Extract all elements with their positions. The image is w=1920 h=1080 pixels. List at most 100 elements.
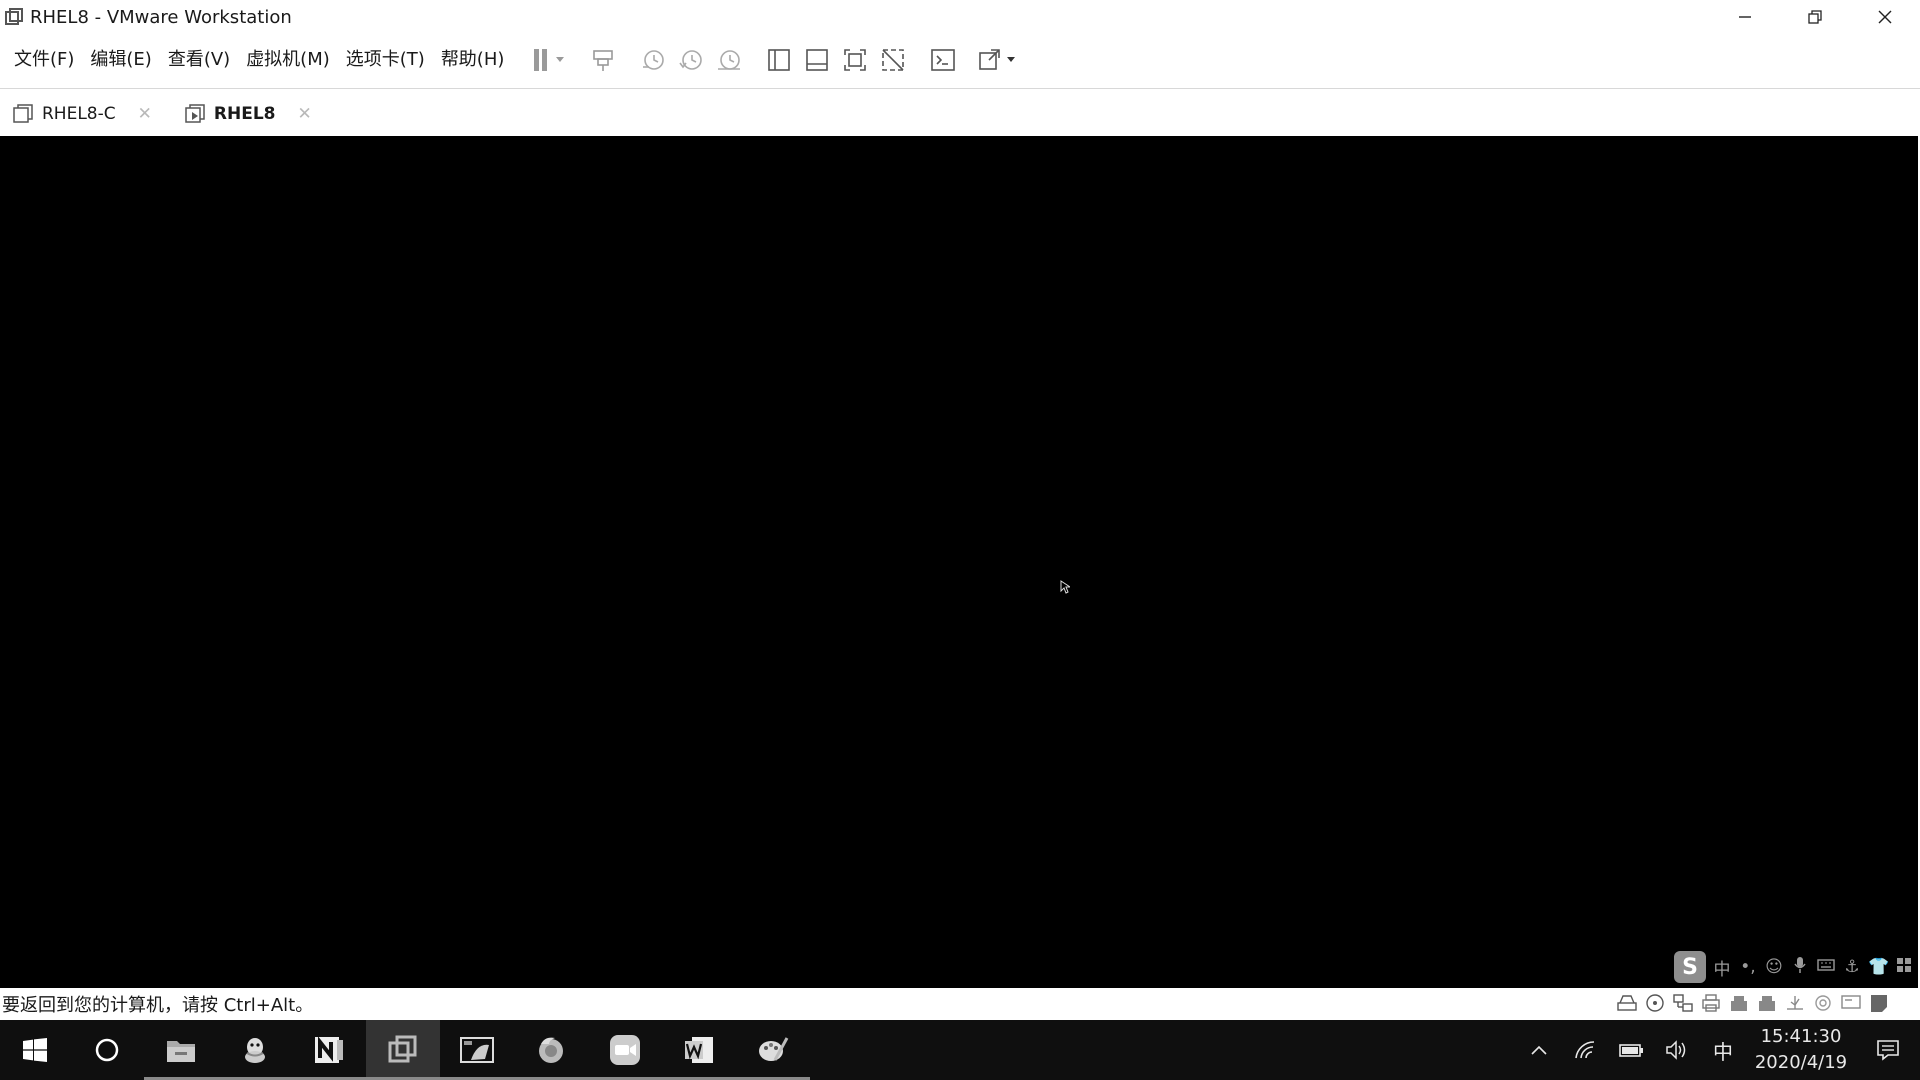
vm-display[interactable]	[0, 136, 1918, 988]
firefox-icon	[539, 1037, 563, 1063]
menu-bar: 文件(F) 编辑(E) 查看(V) 虚拟机(M) 选项卡(T) 帮助(H)	[0, 40, 1920, 80]
status-message: 要返回到您的计算机，请按 Ctrl+Alt。	[2, 995, 314, 1016]
menu-file[interactable]: 文件(F)	[6, 40, 82, 80]
vmware-icon	[388, 1035, 417, 1063]
start-button[interactable]	[0, 1020, 70, 1080]
menu-view[interactable]: 查看(V)	[160, 40, 238, 80]
screenshot-icon	[460, 1037, 494, 1063]
close-icon	[1878, 10, 1892, 24]
pause-button[interactable]	[526, 43, 570, 77]
chevron-up-icon	[1531, 1045, 1547, 1055]
taskbar-qq[interactable]	[218, 1020, 292, 1080]
clock[interactable]: 15:41:30 2020/4/19	[1746, 1020, 1856, 1080]
notification-icon	[1877, 1040, 1899, 1061]
show-hidden-icons-button[interactable]	[1516, 1020, 1562, 1080]
clock-time: 15:41:30	[1760, 1026, 1842, 1047]
onenote-icon	[315, 1036, 343, 1063]
taskbar-word[interactable]	[662, 1020, 736, 1080]
taskbar-onenote[interactable]	[292, 1020, 366, 1080]
zoom-icon	[610, 1035, 640, 1065]
menu-vm[interactable]: 虚拟机(M)	[238, 40, 338, 80]
cortana-icon	[95, 1038, 119, 1062]
display-icon[interactable]	[1840, 992, 1862, 1014]
thumbnail-view-icon	[806, 49, 829, 71]
send-ctrl-alt-del-icon	[593, 50, 614, 71]
taskbar-screenshot[interactable]	[440, 1020, 514, 1080]
wifi-icon	[1575, 1041, 1595, 1059]
send-ctrl-alt-del-button[interactable]	[586, 43, 620, 77]
close-button[interactable]	[1850, 0, 1920, 34]
taskbar-vmware[interactable]	[366, 1020, 440, 1080]
skin-icon[interactable]: 👕	[1868, 957, 1889, 977]
unity-button[interactable]	[876, 43, 910, 77]
pause-icon	[534, 49, 565, 71]
cd-rom-icon[interactable]	[1644, 992, 1666, 1014]
console-button[interactable]	[926, 43, 960, 77]
tab-close-icon[interactable]: ✕	[138, 104, 152, 124]
vmware-app-icon[interactable]	[2, 5, 26, 29]
usb-connect-icon[interactable]	[1784, 992, 1806, 1014]
speaker-icon	[1666, 1040, 1686, 1060]
sogou-ime-logo[interactable]: S	[1674, 951, 1706, 983]
battery-icon	[1619, 1044, 1643, 1057]
emoji-icon[interactable]: ☺	[1764, 957, 1784, 977]
taskbar-file-explorer[interactable]	[144, 1020, 218, 1080]
message-log-icon[interactable]	[1868, 992, 1890, 1014]
system-tray: 中 15:41:30 2020/4/19	[1516, 1020, 1920, 1080]
windows-taskbar: 中 15:41:30 2020/4/19	[0, 1020, 1920, 1080]
menu-edit[interactable]: 编辑(E)	[82, 40, 159, 80]
tab-label: RHEL8	[213, 104, 276, 124]
ime-punctuation[interactable]: •,	[1738, 957, 1758, 977]
minimize-button[interactable]	[1710, 0, 1780, 34]
battery-button[interactable]	[1608, 1020, 1654, 1080]
vm-tab-icon	[12, 103, 34, 125]
clock-date: 2020/4/19	[1754, 1052, 1848, 1073]
vm-running-tab-icon	[184, 103, 206, 125]
tab-rhel8[interactable]: RHEL8 ✕	[171, 92, 324, 136]
network-adapter-icon[interactable]	[1672, 992, 1694, 1014]
action-center-button[interactable]	[1856, 1020, 1920, 1080]
ime-menu-icon[interactable]	[1894, 957, 1914, 978]
input-method-indicator[interactable]: 中	[1700, 1020, 1746, 1080]
printer-icon[interactable]	[1700, 992, 1722, 1014]
library-view-button[interactable]	[762, 43, 796, 77]
paint-icon	[759, 1037, 789, 1061]
ime-tool-icon[interactable]: ⚓	[1842, 957, 1862, 977]
tab-close-icon[interactable]: ✕	[297, 104, 311, 124]
taskbar-paint[interactable]	[736, 1020, 810, 1080]
volume-button[interactable]	[1654, 1020, 1700, 1080]
snapshot-button[interactable]	[636, 43, 670, 77]
stretch-guest-button[interactable]	[976, 43, 1020, 77]
fullscreen-icon	[844, 49, 867, 71]
status-bar: 要返回到您的计算机，请按 Ctrl+Alt。	[0, 988, 1920, 1020]
revert-snapshot-icon	[679, 50, 703, 70]
qq-icon	[245, 1038, 265, 1063]
snapshot-manager-icon	[718, 50, 741, 70]
usb-device-2-icon[interactable]	[1756, 992, 1778, 1014]
menu-tabs[interactable]: 选项卡(T)	[338, 40, 433, 80]
ime-mode[interactable]: 中	[1712, 955, 1732, 980]
thumbnail-view-button[interactable]	[800, 43, 834, 77]
taskbar-zoom[interactable]	[588, 1020, 662, 1080]
sound-card-icon[interactable]	[1812, 992, 1834, 1014]
taskbar-firefox[interactable]	[514, 1020, 588, 1080]
snapshot-manager-button[interactable]	[712, 43, 746, 77]
unity-icon	[882, 49, 905, 71]
tab-label: RHEL8-C	[42, 104, 116, 124]
window-title: RHEL8 - VMware Workstation	[30, 6, 292, 28]
device-status-icons	[1616, 992, 1890, 1014]
cortana-button[interactable]	[70, 1020, 144, 1080]
keyboard-icon[interactable]	[1816, 957, 1836, 977]
network-button[interactable]	[1562, 1020, 1608, 1080]
revert-snapshot-button[interactable]	[674, 43, 708, 77]
usb-device-icon[interactable]	[1728, 992, 1750, 1014]
mouse-cursor-icon	[1060, 580, 1070, 594]
stretch-guest-icon	[979, 49, 1016, 70]
hard-disk-icon[interactable]	[1616, 992, 1638, 1014]
restore-button[interactable]	[1780, 0, 1850, 34]
fullscreen-button[interactable]	[838, 43, 872, 77]
tab-rhel8-c[interactable]: RHEL8-C ✕	[0, 92, 164, 136]
menu-help[interactable]: 帮助(H)	[433, 40, 513, 80]
microphone-icon[interactable]	[1790, 956, 1810, 979]
library-view-icon	[768, 49, 791, 71]
